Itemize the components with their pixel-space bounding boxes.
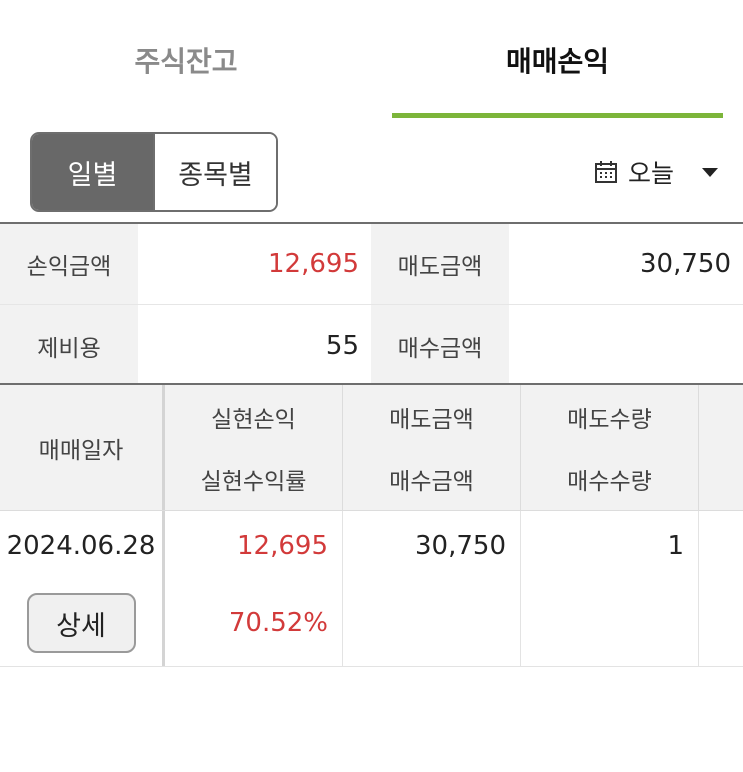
tab-bar: 주식잔고 매매손익 — [0, 0, 743, 120]
header-realized: 실현손익 실현수익률 — [165, 385, 343, 510]
fee-value: 55 — [325, 330, 359, 361]
header-sell-qty: 매도수량 — [567, 406, 652, 433]
cell-date: 2024.06.28 상세 — [0, 511, 165, 666]
header-amounts: 매도금액 매수금액 — [343, 385, 521, 510]
detail-button[interactable]: 상세 — [26, 593, 136, 654]
summary-row: 제비용 55 매수금액 — [0, 305, 743, 386]
header-buy-amount: 매수금액 — [389, 468, 474, 495]
table-row[interactable]: 2024.06.28 상세 12,695 70.52% 30,750 1 — [0, 511, 743, 667]
period-segment-control: 일별 종목별 — [30, 132, 278, 212]
table-header: 매매일자 실현손익 실현수익률 매도금액 매수금액 매도수량 매수수량 — [0, 385, 743, 511]
realized-pl-value: 12,695 — [237, 530, 328, 561]
calendar-icon — [595, 161, 617, 183]
buy-amount-label: 매수금액 — [371, 305, 509, 386]
sell-amount-value: 30,750 — [640, 249, 731, 279]
date-filter-value: 오늘 — [628, 159, 675, 188]
tab-trading-pl[interactable]: 매매손익 — [372, 0, 743, 120]
sell-amount-cell: 30,750 — [415, 530, 506, 561]
cell-realized: 12,695 70.52% — [165, 511, 343, 666]
header-more — [699, 385, 743, 510]
buy-qty-cell — [521, 581, 698, 666]
cell-amounts: 30,750 — [343, 511, 521, 666]
fee-label: 제비용 — [0, 305, 138, 386]
segment-by-stock-button[interactable]: 종목별 — [153, 134, 276, 210]
detail-cell: 상세 — [0, 581, 162, 666]
sell-amount-label: 매도금액 — [371, 224, 509, 304]
cell-more — [699, 511, 743, 666]
header-buy-qty: 매수수량 — [567, 468, 652, 495]
active-tab-indicator — [392, 113, 723, 118]
profit-value: 12,695 — [268, 249, 359, 279]
profit-label: 손익금액 — [0, 224, 138, 304]
summary-table: 손익금액 12,695 매도금액 30,750 제비용 55 매수금액 — [0, 222, 743, 386]
header-quantities: 매도수량 매수수량 — [521, 385, 699, 510]
buy-amount-value — [509, 305, 743, 386]
header-realized-pl: 실현손익 — [211, 406, 296, 433]
header-date: 매매일자 — [0, 385, 165, 510]
header-sell-amount: 매도금액 — [389, 406, 474, 433]
trade-date: 2024.06.28 — [6, 530, 156, 561]
date-filter-dropdown[interactable]: 오늘 — [594, 150, 719, 194]
cell-quantities: 1 — [521, 511, 699, 666]
header-realized-rate: 실현수익률 — [200, 468, 307, 495]
chevron-down-icon — [702, 167, 719, 177]
buy-amount-cell — [343, 581, 520, 666]
summary-row: 손익금액 12,695 매도금액 30,750 — [0, 224, 743, 305]
realized-rate-value: 70.52% — [228, 608, 328, 639]
header-date-label: 매매일자 — [38, 437, 124, 464]
tab-stock-balance[interactable]: 주식잔고 — [0, 0, 372, 120]
segment-daily-button[interactable]: 일별 — [32, 134, 153, 210]
trade-history-table: 매매일자 실현손익 실현수익률 매도금액 매수금액 매도수량 매수수량 2024… — [0, 383, 743, 667]
sell-qty-cell: 1 — [667, 530, 684, 561]
